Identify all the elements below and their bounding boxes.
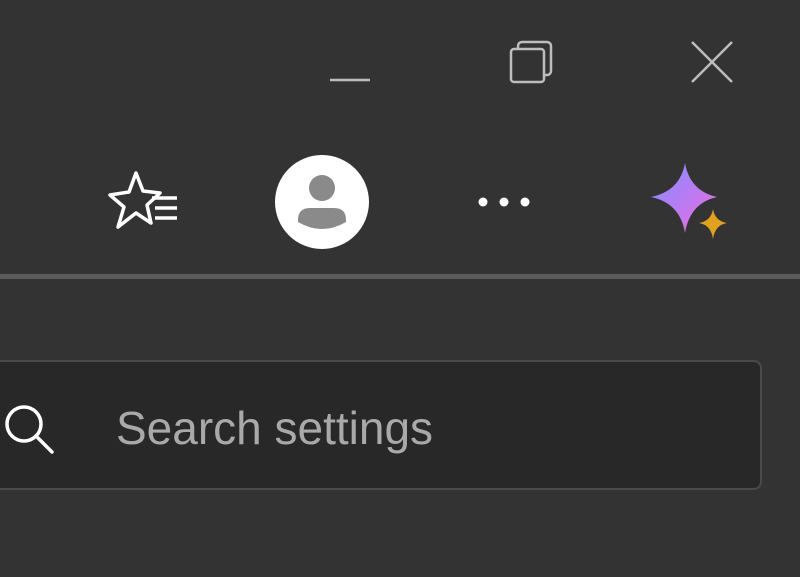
- copilot-button[interactable]: [640, 152, 750, 252]
- profile-button[interactable]: [272, 152, 372, 252]
- search-input[interactable]: [116, 392, 736, 464]
- browser-window: [0, 0, 800, 577]
- copilot-sparkle-icon: [651, 163, 727, 239]
- favorites-button[interactable]: [100, 160, 184, 244]
- profile-avatar-icon: [275, 155, 369, 249]
- minimize-button[interactable]: [310, 22, 390, 102]
- restore-button[interactable]: [491, 22, 571, 102]
- search-icon: [5, 405, 54, 454]
- more-ellipsis-icon: [478, 197, 530, 207]
- close-icon: [691, 41, 733, 83]
- minimize-icon: [330, 78, 370, 82]
- favorites-star-list-icon: [108, 171, 177, 229]
- restore-icon: [509, 40, 553, 84]
- more-button[interactable]: [462, 170, 546, 234]
- close-button[interactable]: [672, 22, 752, 102]
